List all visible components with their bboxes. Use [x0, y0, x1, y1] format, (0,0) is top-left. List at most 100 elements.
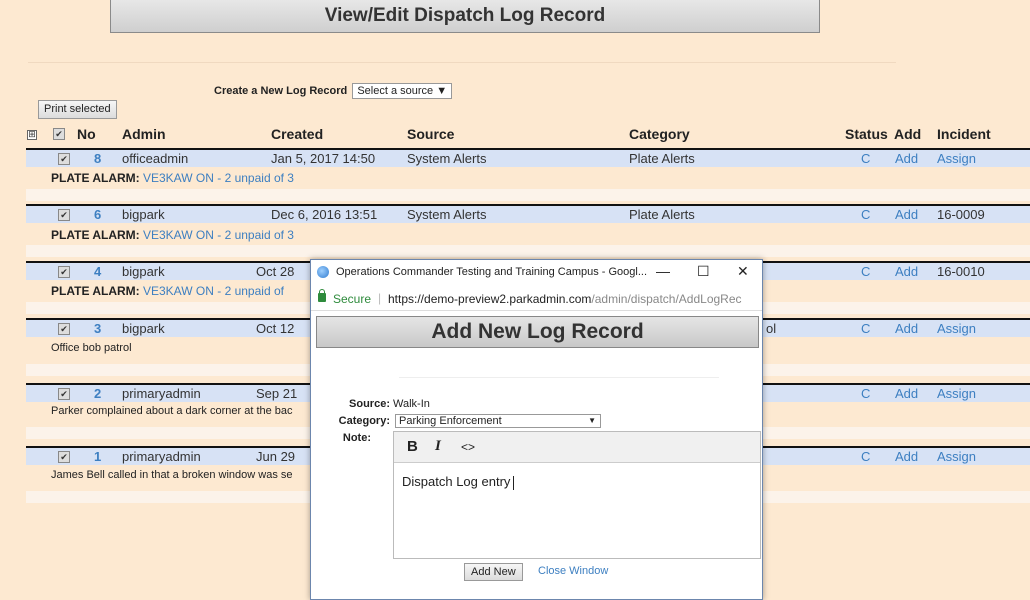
header-no[interactable]: No: [77, 126, 96, 142]
record-created: Jan 5, 2017 14:50: [271, 151, 376, 166]
incident-number: 16-0010: [937, 264, 985, 279]
table-row: ✔ 8 officeadmin Jan 5, 2017 14:50 System…: [26, 148, 1030, 167]
status-link[interactable]: C: [861, 151, 870, 166]
incident-link[interactable]: Assign: [937, 386, 976, 401]
add-link[interactable]: Add: [895, 321, 918, 336]
address-divider: |: [378, 291, 382, 305]
url-text[interactable]: https://demo-preview2.parkadmin.com/admi…: [388, 292, 742, 306]
plate-link[interactable]: VE3KAW ON - 2 unpaid of: [143, 284, 284, 298]
lock-icon: [318, 289, 326, 302]
record-admin: officeadmin: [122, 151, 189, 166]
status-link[interactable]: C: [861, 264, 870, 279]
plate-link[interactable]: VE3KAW ON - 2 unpaid of 3: [143, 171, 294, 185]
header-created[interactable]: Created: [271, 126, 323, 142]
add-log-record-window: Operations Commander Testing and Trainin…: [310, 259, 763, 600]
code-icon[interactable]: <>: [461, 440, 475, 454]
italic-icon[interactable]: I: [435, 438, 441, 455]
row-checkbox[interactable]: ✔: [58, 209, 70, 221]
incident-link[interactable]: Assign: [937, 151, 976, 166]
status-link[interactable]: C: [861, 449, 870, 464]
record-number[interactable]: 8: [94, 151, 101, 166]
record-number[interactable]: 6: [94, 207, 101, 222]
maximize-icon[interactable]: ☐: [697, 263, 710, 280]
header-status[interactable]: Status: [845, 126, 888, 142]
record-created: Oct 28: [256, 264, 295, 279]
record-note: James Bell called in that a broken windo…: [51, 469, 293, 481]
header-category[interactable]: Category: [629, 126, 690, 142]
row-checkbox[interactable]: ✔: [58, 153, 70, 165]
record-admin: primaryadmin: [122, 449, 201, 464]
secure-label: Secure: [333, 292, 372, 306]
record-created: Dec 6, 2016 13:51: [271, 207, 378, 222]
record-category: Plate Alerts: [629, 207, 695, 222]
window-titlebar[interactable]: Operations Commander Testing and Trainin…: [311, 260, 762, 286]
print-selected-button[interactable]: Print selected: [38, 100, 117, 119]
row-checkbox[interactable]: ✔: [58, 388, 70, 400]
record-category: Plate Alerts: [629, 151, 695, 166]
category-select-value: Parking Enforcement: [399, 415, 502, 427]
record-admin: bigpark: [122, 207, 165, 222]
add-link[interactable]: Add: [895, 449, 918, 464]
add-link[interactable]: Add: [895, 264, 918, 279]
page-title: View/Edit Dispatch Log Record: [110, 0, 820, 33]
chevron-down-icon: ▼: [436, 85, 448, 97]
close-window-link[interactable]: Close Window: [538, 565, 608, 577]
status-link[interactable]: C: [861, 207, 870, 222]
record-note: Office bob patrol: [51, 342, 132, 354]
add-new-button[interactable]: Add New: [464, 563, 523, 581]
header-incident[interactable]: Incident: [937, 126, 991, 142]
record-number[interactable]: 4: [94, 264, 101, 279]
select-all-checkbox[interactable]: ✔: [53, 128, 65, 140]
incident-link[interactable]: Assign: [937, 449, 976, 464]
source-value: Walk-In: [393, 398, 430, 410]
source-select[interactable]: Select a source ▼: [352, 83, 453, 99]
category-label: Category:: [338, 415, 390, 427]
record-note: PLATE ALARM: VE3KAW ON - 2 unpaid of 3: [51, 171, 294, 185]
record-number[interactable]: 3: [94, 321, 101, 336]
header-source[interactable]: Source: [407, 126, 454, 142]
divider: [28, 62, 896, 63]
note-label: Note:: [342, 432, 371, 444]
divider: [399, 377, 719, 378]
record-number[interactable]: 2: [94, 386, 101, 401]
record-number[interactable]: 1: [94, 449, 101, 464]
add-link[interactable]: Add: [895, 207, 918, 222]
note-prefix: PLATE ALARM:: [51, 284, 140, 298]
source-label: Source:: [349, 398, 390, 410]
record-source: System Alerts: [407, 207, 487, 222]
record-category: ol: [766, 321, 777, 336]
note-prefix: PLATE ALARM:: [51, 228, 140, 242]
incident-link[interactable]: Assign: [937, 321, 976, 336]
record-created: Oct 12: [256, 321, 295, 336]
add-link[interactable]: Add: [895, 386, 918, 401]
incident-number: 16-0009: [937, 207, 985, 222]
row-separator: [26, 189, 1030, 201]
expand-all-icon[interactable]: ⊞: [27, 130, 37, 140]
close-icon[interactable]: ✕: [737, 263, 749, 280]
row-checkbox[interactable]: ✔: [58, 451, 70, 463]
note-prefix: PLATE ALARM:: [51, 171, 140, 185]
address-bar[interactable]: Secure | https://demo-preview2.parkadmin…: [311, 288, 762, 311]
category-select[interactable]: Parking Enforcement ▼: [395, 414, 601, 428]
record-note: PLATE ALARM: VE3KAW ON - 2 unpaid of 3: [51, 228, 294, 242]
minimize-icon[interactable]: —: [656, 263, 670, 279]
bold-icon[interactable]: B: [407, 438, 418, 455]
note-editor[interactable]: B I <> Dispatch Log entry: [393, 431, 761, 559]
status-link[interactable]: C: [861, 321, 870, 336]
record-admin: primaryadmin: [122, 386, 201, 401]
status-link[interactable]: C: [861, 386, 870, 401]
record-note: PLATE ALARM: VE3KAW ON - 2 unpaid of: [51, 284, 284, 298]
plate-link[interactable]: VE3KAW ON - 2 unpaid of 3: [143, 228, 294, 242]
record-note: Parker complained about a dark corner at…: [51, 405, 293, 417]
add-link[interactable]: Add: [895, 151, 918, 166]
chrome-icon: [317, 266, 329, 278]
note-textarea[interactable]: Dispatch Log entry: [402, 474, 515, 490]
row-checkbox[interactable]: ✔: [58, 323, 70, 335]
url-host: https://demo-preview2.parkadmin.com: [388, 292, 592, 306]
url-path: /admin/dispatch/AddLogRec: [591, 292, 742, 306]
create-log-record: Create a New Log Record Select a source …: [214, 83, 453, 99]
header-admin[interactable]: Admin: [122, 126, 166, 142]
row-checkbox[interactable]: ✔: [58, 266, 70, 278]
editor-toolbar: B I <>: [394, 432, 760, 463]
note-text: Dispatch Log entry: [402, 474, 511, 489]
